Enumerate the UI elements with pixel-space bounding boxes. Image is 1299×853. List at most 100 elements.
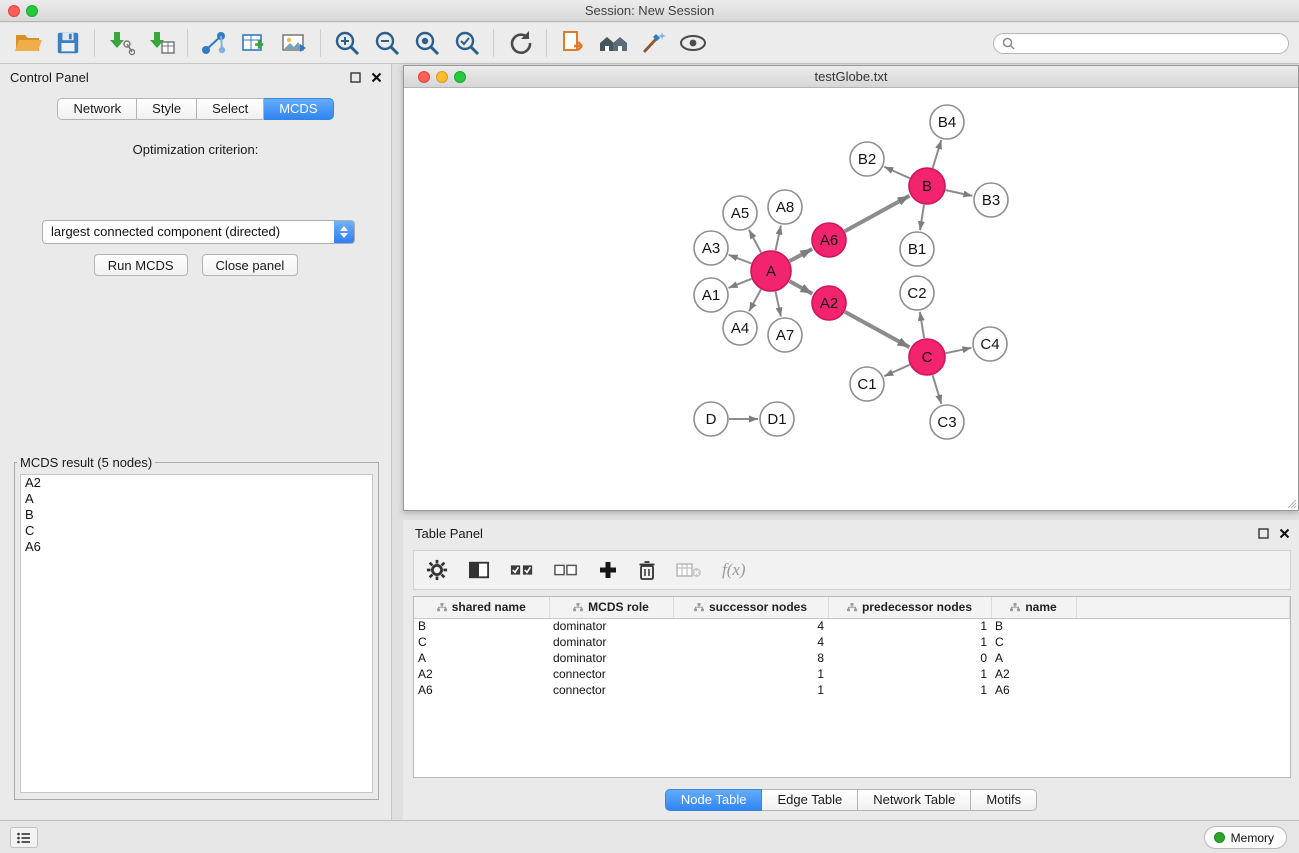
select-all-button[interactable] [510,556,534,584]
table-cell[interactable]: C [991,634,1076,650]
graph-node-B1[interactable]: B1 [900,232,934,266]
zoom-fit-button[interactable] [407,26,447,60]
graph-node-A3[interactable]: A3 [694,231,728,265]
deselect-all-button[interactable] [554,556,578,584]
delete-row-button[interactable] [638,556,656,584]
graph-node-B3[interactable]: B3 [974,183,1008,217]
tab-network-table[interactable]: Network Table [858,789,971,811]
mcds-result-item[interactable]: B [21,507,372,523]
export-image-button[interactable] [274,26,314,60]
zoom-out-button[interactable] [367,26,407,60]
table-row[interactable]: A6connector11A6 [414,682,1290,698]
graph-edge-C-C4[interactable] [946,348,972,353]
global-search-field[interactable] [993,33,1289,54]
tab-style[interactable]: Style [137,98,197,120]
table-cell[interactable]: 4 [673,618,828,634]
table-cell[interactable]: A [991,650,1076,666]
graph-node-A7[interactable]: A7 [768,318,802,352]
column-header-name[interactable]: name [991,597,1076,618]
graph-edge-B-B2[interactable] [884,167,909,178]
network-minimize-button[interactable] [436,71,448,83]
graph-node-A[interactable]: A [751,251,791,291]
graph-edge-A-A6[interactable] [790,249,813,261]
table-cell[interactable]: dominator [549,650,673,666]
graph-edge-A-A7[interactable] [776,292,781,317]
graph-node-C[interactable]: C [909,339,945,375]
resize-grip-icon[interactable] [1285,497,1297,509]
table-cell[interactable]: 1 [828,682,991,698]
home-layout-button[interactable] [593,26,633,60]
graph-edge-C-C1[interactable] [884,365,909,376]
close-panel-button[interactable]: Close panel [202,254,299,276]
graph-node-A8[interactable]: A8 [768,190,802,224]
table-cell[interactable]: 0 [828,650,991,666]
memory-button[interactable]: Memory [1204,826,1287,849]
table-cell[interactable]: 1 [673,682,828,698]
mcds-result-item[interactable]: C [21,523,372,539]
run-mcds-button[interactable]: Run MCDS [94,254,188,276]
table-cell[interactable]: A6 [414,682,549,698]
mcds-result-item[interactable]: A2 [21,475,372,491]
import-network-button[interactable] [101,26,141,60]
graph-node-C1[interactable]: C1 [850,367,884,401]
graph-node-B[interactable]: B [909,168,945,204]
first-neighbors-button[interactable] [553,26,593,60]
graph-edge-A-A3[interactable] [729,255,752,264]
graph-edge-A2-C[interactable] [845,312,910,348]
column-header-predecessor-nodes[interactable]: predecessor nodes [828,597,991,618]
new-network-button[interactable] [194,26,234,60]
save-session-button[interactable] [48,26,88,60]
table-cell[interactable]: A2 [414,666,549,682]
table-cell[interactable]: B [414,618,549,634]
graph-edge-A-A1[interactable] [729,279,752,288]
zoom-window-button[interactable] [26,5,38,17]
float-panel-icon[interactable] [349,71,362,84]
tab-node-table[interactable]: Node Table [665,789,763,811]
table-cell[interactable]: dominator [549,618,673,634]
column-header-successor-nodes[interactable]: successor nodes [673,597,828,618]
style-wand-button[interactable] [633,26,673,60]
network-close-button[interactable] [418,71,430,83]
tab-network[interactable]: Network [57,98,137,120]
table-cell[interactable]: A6 [991,682,1076,698]
graph-edge-A-A2[interactable] [789,281,812,294]
graph-node-D[interactable]: D [694,402,728,436]
graph-edge-A-A8[interactable] [776,226,781,251]
node-table[interactable]: shared nameMCDS rolesuccessor nodesprede… [413,596,1291,778]
graph-edge-B-B4[interactable] [933,140,942,168]
table-row[interactable]: Adominator80A [414,650,1290,666]
table-cell[interactable]: C [414,634,549,650]
show-hide-graphics-button[interactable] [673,26,713,60]
table-cell[interactable]: connector [549,682,673,698]
open-session-button[interactable] [8,26,48,60]
close-window-button[interactable] [8,5,20,17]
table-cell[interactable]: connector [549,666,673,682]
zoom-in-button[interactable] [327,26,367,60]
network-window-titlebar[interactable]: testGlobe.txt [404,66,1298,88]
table-row[interactable]: Bdominator41B [414,618,1290,634]
task-history-button[interactable] [10,827,38,848]
graph-node-A5[interactable]: A5 [723,196,757,230]
network-canvas[interactable]: B4B2BB3A5A8A6B1A3AC2A1A2A4A7C4CC1DD1C3 [404,89,1298,510]
delete-column-button[interactable] [676,556,702,584]
graph-edge-C-C3[interactable] [933,375,942,404]
search-input[interactable] [1019,35,1288,52]
table-cell[interactable]: B [991,618,1076,634]
graph-node-C2[interactable]: C2 [900,276,934,310]
network-graph[interactable]: B4B2BB3A5A8A6B1A3AC2A1A2A4A7C4CC1DD1C3 [404,89,1298,510]
graph-node-C4[interactable]: C4 [973,327,1007,361]
float-panel-icon[interactable] [1257,527,1270,540]
tab-mcds[interactable]: MCDS [264,98,333,120]
network-zoom-button[interactable] [454,71,466,83]
graph-node-A6[interactable]: A6 [812,223,846,257]
mcds-result-item[interactable]: A [21,491,372,507]
mcds-result-list[interactable]: A2ABCA6 [20,474,373,793]
graph-edge-C-C2[interactable] [920,312,924,338]
graph-edge-A-A5[interactable] [749,230,761,253]
table-cell[interactable]: 1 [828,634,991,650]
zoom-selected-button[interactable] [447,26,487,60]
add-row-button[interactable] [598,556,618,584]
graph-node-D1[interactable]: D1 [760,402,794,436]
function-builder-button[interactable]: f(x) [722,556,746,584]
graph-node-A2[interactable]: A2 [812,286,846,320]
